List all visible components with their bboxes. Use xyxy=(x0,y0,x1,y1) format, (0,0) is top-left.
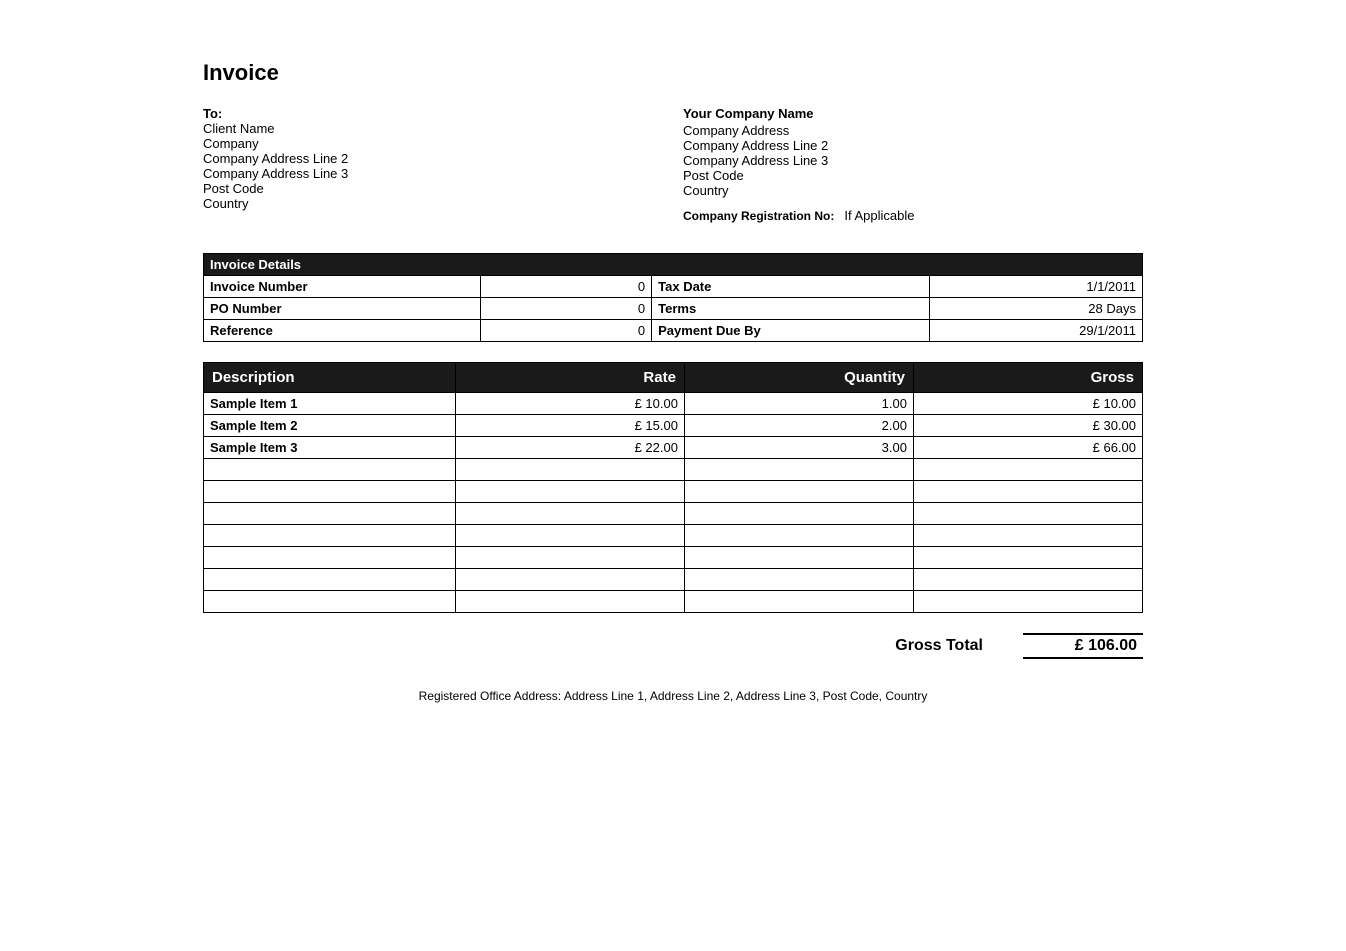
bill-to-label: To: xyxy=(203,106,663,121)
company-country: Country xyxy=(683,183,1143,198)
table-row xyxy=(204,481,1143,503)
item-gross-empty xyxy=(913,569,1142,591)
detail-right-value: 29/1/2011 xyxy=(929,320,1142,342)
item-gross-empty xyxy=(913,459,1142,481)
detail-value: 0 xyxy=(481,298,652,320)
col-header-description: Description xyxy=(204,363,456,393)
invoice-title: Invoice xyxy=(203,60,1143,86)
item-rate-empty xyxy=(455,459,684,481)
client-postcode: Post Code xyxy=(203,181,663,196)
invoice-details-row: Reference 0 Payment Due By 29/1/2011 xyxy=(204,320,1143,342)
item-rate: £ 15.00 xyxy=(455,415,684,437)
client-name: Client Name xyxy=(203,121,663,136)
company-reg-row: Company Registration No: If Applicable xyxy=(683,208,1143,223)
item-gross: £ 30.00 xyxy=(913,415,1142,437)
company-postcode: Post Code xyxy=(683,168,1143,183)
gross-total-value: £ 106.00 xyxy=(1023,633,1143,659)
item-rate-empty xyxy=(455,591,684,613)
detail-label: Reference xyxy=(204,320,481,342)
item-quantity-empty xyxy=(684,459,913,481)
totals-section: Gross Total £ 106.00 xyxy=(203,633,1143,659)
company-address-line3: Company Address Line 3 xyxy=(683,153,1143,168)
table-row xyxy=(204,525,1143,547)
header-section: To: Client Name Company Company Address … xyxy=(203,106,1143,223)
detail-right-label: Tax Date xyxy=(652,276,929,298)
item-gross-empty xyxy=(913,481,1142,503)
item-rate-empty xyxy=(455,547,684,569)
table-row xyxy=(204,547,1143,569)
item-quantity-empty xyxy=(684,481,913,503)
item-description-empty xyxy=(204,481,456,503)
items-table: Description Rate Quantity Gross Sample I… xyxy=(203,362,1143,613)
invoice-details-row: Invoice Number 0 Tax Date 1/1/2011 xyxy=(204,276,1143,298)
company-reg-label: Company Registration No: xyxy=(683,209,834,223)
invoice-details-header: Invoice Details xyxy=(204,254,1143,276)
client-address-line2: Company Address Line 2 xyxy=(203,151,663,166)
item-description: Sample Item 1 xyxy=(204,393,456,415)
table-row xyxy=(204,503,1143,525)
detail-label: Invoice Number xyxy=(204,276,481,298)
item-quantity-empty xyxy=(684,547,913,569)
company-address-line2: Company Address Line 2 xyxy=(683,138,1143,153)
company-name: Your Company Name xyxy=(683,106,1143,121)
item-description-empty xyxy=(204,569,456,591)
table-row xyxy=(204,569,1143,591)
client-address-line3: Company Address Line 3 xyxy=(203,166,663,181)
table-row xyxy=(204,459,1143,481)
detail-value: 0 xyxy=(481,320,652,342)
item-quantity: 3.00 xyxy=(684,437,913,459)
item-rate-empty xyxy=(455,569,684,591)
client-company: Company xyxy=(203,136,663,151)
detail-right-label: Payment Due By xyxy=(652,320,929,342)
item-gross-empty xyxy=(913,525,1142,547)
item-gross: £ 10.00 xyxy=(913,393,1142,415)
detail-right-label: Terms xyxy=(652,298,929,320)
item-rate-empty xyxy=(455,503,684,525)
item-quantity-empty xyxy=(684,569,913,591)
item-gross-empty xyxy=(913,547,1142,569)
item-description-empty xyxy=(204,547,456,569)
table-row: Sample Item 2 £ 15.00 2.00 £ 30.00 xyxy=(204,415,1143,437)
company-address: Company Address xyxy=(683,123,1143,138)
detail-right-value: 1/1/2011 xyxy=(929,276,1142,298)
item-quantity: 2.00 xyxy=(684,415,913,437)
company-info-section: Your Company Name Company Address Compan… xyxy=(663,106,1143,223)
item-gross-empty xyxy=(913,503,1142,525)
item-rate: £ 22.00 xyxy=(455,437,684,459)
footer-text: Registered Office Address: Address Line … xyxy=(203,689,1143,703)
gross-total-label: Gross Total xyxy=(895,637,983,655)
col-header-quantity: Quantity xyxy=(684,363,913,393)
item-quantity: 1.00 xyxy=(684,393,913,415)
invoice-page: Invoice To: Client Name Company Company … xyxy=(123,0,1223,763)
invoice-details-table: Invoice Details Invoice Number 0 Tax Dat… xyxy=(203,253,1143,342)
table-row: Sample Item 3 £ 22.00 3.00 £ 66.00 xyxy=(204,437,1143,459)
item-quantity-empty xyxy=(684,591,913,613)
item-gross: £ 66.00 xyxy=(913,437,1142,459)
client-country: Country xyxy=(203,196,663,211)
item-description: Sample Item 2 xyxy=(204,415,456,437)
item-description-empty xyxy=(204,459,456,481)
bill-to-section: To: Client Name Company Company Address … xyxy=(203,106,663,223)
item-rate-empty xyxy=(455,481,684,503)
item-quantity-empty xyxy=(684,503,913,525)
table-row xyxy=(204,591,1143,613)
company-reg-value: If Applicable xyxy=(844,208,914,223)
detail-value: 0 xyxy=(481,276,652,298)
item-rate: £ 10.00 xyxy=(455,393,684,415)
col-header-rate: Rate xyxy=(455,363,684,393)
item-description-empty xyxy=(204,591,456,613)
item-rate-empty xyxy=(455,525,684,547)
invoice-details-row: PO Number 0 Terms 28 Days xyxy=(204,298,1143,320)
detail-label: PO Number xyxy=(204,298,481,320)
item-description-empty xyxy=(204,525,456,547)
item-quantity-empty xyxy=(684,525,913,547)
item-description-empty xyxy=(204,503,456,525)
col-header-gross: Gross xyxy=(913,363,1142,393)
item-gross-empty xyxy=(913,591,1142,613)
item-description: Sample Item 3 xyxy=(204,437,456,459)
table-row: Sample Item 1 £ 10.00 1.00 £ 10.00 xyxy=(204,393,1143,415)
detail-right-value: 28 Days xyxy=(929,298,1142,320)
